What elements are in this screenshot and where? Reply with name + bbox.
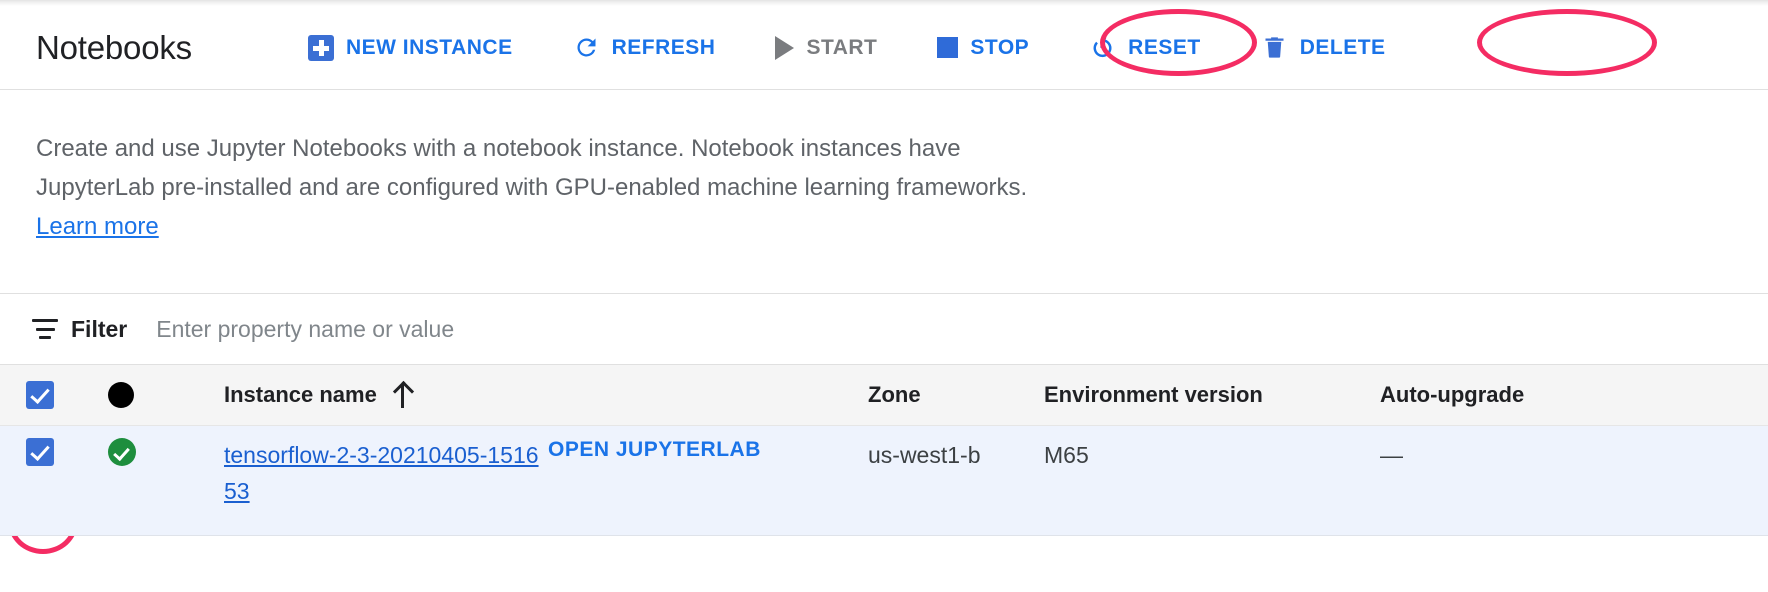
table-header-row: Instance name Zone Environment version A… (0, 365, 1768, 426)
column-header-environment-version-label: Environment version (1044, 382, 1263, 407)
row-instance-name-cell: tensorflow-2-3-20210405-151653 (224, 438, 548, 509)
sort-ascending-arrow-icon (393, 382, 413, 408)
status-dot-icon (108, 382, 134, 408)
trash-icon (1261, 34, 1288, 61)
action-toolbar: NEW INSTANCE REFRESH START STOP RESET DE… (304, 28, 1442, 67)
refresh-label: REFRESH (611, 36, 716, 59)
delete-button[interactable]: DELETE (1257, 28, 1390, 67)
open-jupyterlab-link[interactable]: OPEN JUPYTERLAB (548, 438, 761, 461)
row-select-cell (0, 438, 88, 466)
reset-label: RESET (1128, 36, 1201, 59)
column-header-instance-name[interactable]: Instance name (224, 382, 548, 408)
row-action-cell: OPEN JUPYTERLAB (548, 438, 868, 462)
row-checkbox[interactable] (26, 438, 54, 466)
column-header-zone-label: Zone (868, 382, 921, 407)
delete-label: DELETE (1299, 36, 1386, 59)
page-header: Notebooks NEW INSTANCE REFRESH START STO… (0, 6, 1768, 90)
stop-label: STOP (970, 36, 1030, 59)
reset-button[interactable]: RESET (1085, 28, 1205, 67)
instance-name-link[interactable]: tensorflow-2-3-20210405-151653 (224, 438, 548, 509)
column-header-environment-version[interactable]: Environment version (1044, 382, 1380, 408)
stop-button[interactable]: STOP (933, 31, 1033, 64)
filter-icon[interactable] (32, 319, 58, 339)
filter-bar: Filter (0, 294, 1768, 365)
environment-version-value: M65 (1044, 442, 1089, 468)
play-icon (775, 35, 795, 60)
row-status-cell (88, 438, 224, 466)
refresh-icon (573, 34, 600, 61)
power-icon (1089, 34, 1116, 61)
column-header-zone[interactable]: Zone (868, 382, 1044, 408)
filter-input[interactable] (154, 314, 859, 344)
select-all-cell (0, 381, 88, 409)
column-header-auto-upgrade-label: Auto-upgrade (1380, 382, 1525, 407)
table-row[interactable]: tensorflow-2-3-20210405-151653 OPEN JUPY… (0, 426, 1768, 536)
page-title: Notebooks (36, 28, 192, 66)
row-zone-cell: us-west1-b (868, 438, 1044, 474)
new-instance-label: NEW INSTANCE (345, 36, 513, 59)
stop-icon (937, 37, 959, 58)
check-circle-icon (108, 438, 136, 466)
filter-label: Filter (71, 315, 128, 342)
plus-icon (307, 34, 334, 61)
refresh-button[interactable]: REFRESH (569, 28, 720, 67)
select-all-checkbox[interactable] (26, 381, 54, 409)
column-header-auto-upgrade[interactable]: Auto-upgrade (1380, 382, 1710, 408)
column-header-instance-name-label: Instance name (224, 382, 377, 407)
instances-table: Instance name Zone Environment version A… (0, 365, 1768, 536)
row-environment-version-cell: M65 (1044, 438, 1380, 474)
description-text: Create and use Jupyter Notebooks with a … (36, 135, 1028, 201)
status-header-cell (88, 382, 224, 408)
start-button[interactable]: START (771, 30, 881, 66)
start-label: START (806, 36, 878, 59)
learn-more-link[interactable]: Learn more (36, 213, 159, 240)
auto-upgrade-value: — (1380, 442, 1403, 468)
page-description: Create and use Jupyter Notebooks with a … (36, 130, 1036, 247)
row-auto-upgrade-cell: — (1380, 438, 1710, 474)
zone-value: us-west1-b (868, 442, 981, 468)
new-instance-button[interactable]: NEW INSTANCE (304, 29, 517, 67)
